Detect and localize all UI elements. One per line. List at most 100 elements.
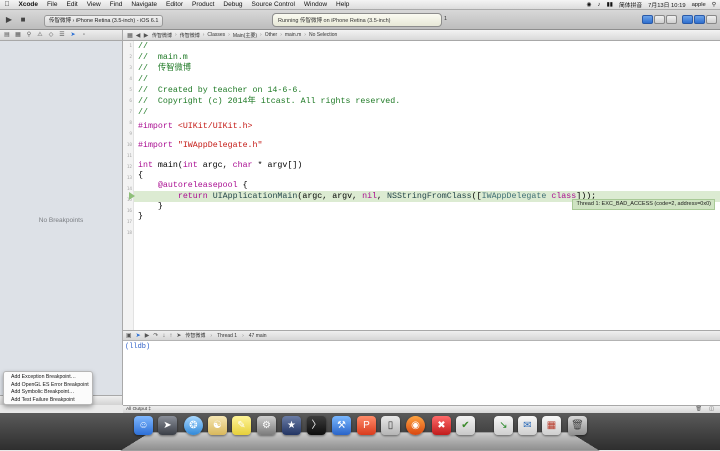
powerpoint-dock-icon[interactable]: P bbox=[357, 416, 376, 435]
add-test-failure-breakpoint-item[interactable]: Add Test Failure Breakpoint bbox=[4, 397, 92, 405]
console-split-icon[interactable]: ◫ bbox=[709, 406, 714, 413]
terminal-dock-icon[interactable]: 〉 bbox=[307, 416, 326, 435]
hide-debug-area-icon[interactable]: ▣ bbox=[126, 332, 132, 339]
debug-crumb-thread[interactable]: Thread 1 bbox=[217, 333, 237, 339]
input-method-menu[interactable]: 简体拼音 bbox=[619, 0, 642, 9]
back-arrow-icon[interactable]: ◀ bbox=[134, 32, 142, 39]
stickies-dock-icon[interactable]: ✎ bbox=[232, 416, 251, 435]
step-into-icon[interactable]: ↓ bbox=[162, 333, 165, 339]
test-navigator-icon[interactable]: ◇ bbox=[47, 32, 55, 39]
wifi-icon[interactable]: ◉ bbox=[587, 2, 592, 8]
line-number: 13 bbox=[126, 176, 132, 181]
activity-counter-badge[interactable]: 1 bbox=[444, 16, 447, 22]
menu-find[interactable]: Find bbox=[105, 1, 127, 8]
firefox-dock-icon[interactable]: ◉ bbox=[406, 416, 425, 435]
simulator-dock-icon[interactable]: ▯ bbox=[381, 416, 400, 435]
add-exception-breakpoint-item[interactable]: Add Exception Breakpoint… bbox=[4, 374, 92, 382]
continue-icon[interactable]: ▶ bbox=[145, 332, 150, 339]
standard-editor-button[interactable] bbox=[642, 15, 653, 24]
volume-icon[interactable]: ♪ bbox=[598, 2, 601, 8]
jumpbar-crumb-group[interactable]: 传智微博 bbox=[178, 32, 202, 39]
lldb-prompt: (lldb) bbox=[125, 343, 151, 351]
trash-dock-icon[interactable]: 🗑 bbox=[568, 416, 587, 435]
issue-navigator-icon[interactable]: ⚠ bbox=[36, 32, 44, 39]
jumpbar-crumb-main[interactable]: Main(主要) bbox=[231, 32, 259, 39]
jumpbar-crumb-project[interactable]: 传智微博 bbox=[150, 32, 174, 39]
debug-navigator-icon[interactable]: ☰ bbox=[58, 32, 66, 39]
source-editor[interactable]: 1 2 3 4 5 6 7 8 9 10 11 12 13 14 15 16 1… bbox=[123, 41, 720, 330]
jumpbar-crumb-other[interactable]: Other bbox=[263, 32, 280, 38]
menu-help[interactable]: Help bbox=[332, 1, 354, 8]
menu-file[interactable]: File bbox=[43, 1, 62, 8]
stop-button[interactable]: ■ bbox=[18, 14, 28, 25]
menu-edit[interactable]: Edit bbox=[62, 1, 82, 8]
exception-annotation[interactable]: Thread 1: EXC_BAD_ACCESS (code=2, addres… bbox=[572, 199, 715, 210]
add-opengl-es-error-breakpoint-item[interactable]: Add OpenGL ES Error Breakpoint bbox=[4, 382, 92, 390]
code-comment: // bbox=[138, 75, 148, 84]
step-over-icon[interactable]: ↷ bbox=[153, 332, 158, 339]
jumpbar-crumb-classes[interactable]: Classes bbox=[205, 32, 227, 38]
safari-dock-icon[interactable]: ❂ bbox=[184, 416, 203, 435]
debug-console[interactable]: (lldb) bbox=[123, 341, 720, 405]
menu-debug[interactable]: Debug bbox=[219, 1, 247, 8]
documents-stack-dock-icon[interactable]: ✉ bbox=[518, 416, 537, 435]
code-text: } bbox=[138, 212, 143, 221]
menu-editor[interactable]: Editor bbox=[162, 1, 188, 8]
related-items-icon[interactable]: ▦ bbox=[126, 32, 134, 39]
downloads-stack-dock-icon[interactable]: ↘ bbox=[494, 416, 513, 435]
add-symbolic-breakpoint-item[interactable]: Add Symbolic Breakpoint… bbox=[4, 389, 92, 397]
system-preferences-dock-icon[interactable]: ⚙ bbox=[257, 416, 276, 435]
version-editor-button[interactable] bbox=[666, 15, 677, 24]
step-out-icon[interactable]: ↑ bbox=[169, 333, 172, 339]
code-line: // 传智微博 bbox=[138, 63, 191, 74]
debug-crumb-app[interactable]: 传智微博 bbox=[185, 332, 205, 339]
project-navigator-icon[interactable]: ▤ bbox=[3, 32, 11, 39]
find-navigator-icon[interactable]: ⚲ bbox=[25, 32, 33, 39]
applications-stack-dock-icon[interactable]: ▦ bbox=[542, 416, 561, 435]
menu-product[interactable]: Product bbox=[187, 1, 218, 8]
breakpoints-toggle-icon[interactable]: ➤ bbox=[136, 332, 141, 339]
code-keyword: @autoreleasepool bbox=[157, 181, 238, 190]
menubar-clock[interactable]: 7月13日 10:19 bbox=[648, 0, 685, 9]
contacts-dock-icon[interactable]: ☯ bbox=[208, 416, 227, 435]
menu-view[interactable]: View bbox=[82, 1, 105, 8]
menu-xcode[interactable]: Xcode bbox=[14, 1, 43, 8]
add-breakpoint-menu: Add Exception Breakpoint… Add OpenGL ES … bbox=[3, 371, 93, 405]
console-footer: All Output ‡ 🗑 ◫ bbox=[123, 405, 720, 413]
menu-navigate[interactable]: Navigate bbox=[127, 1, 162, 8]
xmind-dock-icon[interactable]: ✖ bbox=[432, 416, 451, 435]
apple-menu-icon[interactable]:  bbox=[0, 1, 14, 8]
line-number: 16 bbox=[126, 209, 132, 214]
forward-arrow-icon[interactable]: ▶ bbox=[142, 32, 150, 39]
clear-console-icon[interactable]: 🗑 bbox=[696, 406, 702, 413]
spotlight-icon[interactable]: ⚲ bbox=[712, 2, 716, 8]
code-comment: // bbox=[138, 42, 148, 51]
log-navigator-icon[interactable]: ▫ bbox=[80, 32, 88, 39]
symbol-navigator-icon[interactable]: ▦ bbox=[14, 32, 22, 39]
user-menu[interactable]: apple bbox=[692, 2, 706, 8]
line-number: 8 bbox=[129, 121, 132, 126]
output-selector[interactable]: All Output ‡ bbox=[126, 407, 151, 412]
textwrangler-dock-icon[interactable]: ✔ bbox=[456, 416, 475, 435]
xcode-dock-icon[interactable]: ⚒ bbox=[332, 416, 351, 435]
jumpbar-crumb-file[interactable]: main.m bbox=[283, 32, 303, 38]
menu-source-control[interactable]: Source Control bbox=[247, 1, 299, 8]
menu-window[interactable]: Window bbox=[299, 1, 331, 8]
finder-dock-icon[interactable]: ☺ bbox=[134, 416, 153, 435]
toggle-navigator-button[interactable] bbox=[682, 15, 693, 24]
toggle-utilities-button[interactable] bbox=[706, 15, 717, 24]
launchpad-dock-icon[interactable]: ➤ bbox=[158, 416, 177, 435]
battery-icon[interactable]: ▮▮ bbox=[607, 2, 613, 8]
run-button[interactable]: ▶ bbox=[4, 14, 14, 25]
location-icon[interactable]: ➤ bbox=[176, 332, 181, 339]
assistant-editor-button[interactable] bbox=[654, 15, 665, 24]
scheme-selector[interactable]: 传智微博 › iPhone Retina (3.5-inch) - iOS 6.… bbox=[44, 15, 164, 27]
line-number-gutter[interactable]: 1 2 3 4 5 6 7 8 9 10 11 12 13 14 15 16 1… bbox=[123, 41, 134, 330]
breakpoint-navigator-icon[interactable]: ➤ bbox=[69, 32, 77, 39]
toggle-debug-area-button[interactable] bbox=[694, 15, 705, 24]
debug-crumb-frame[interactable]: 47 main bbox=[249, 333, 267, 339]
code-line: } bbox=[138, 211, 143, 222]
program-counter-arrow-icon[interactable] bbox=[129, 192, 135, 200]
jumpbar-crumb-selection[interactable]: No Selection bbox=[307, 32, 339, 38]
imovie-dock-icon[interactable]: ★ bbox=[282, 416, 301, 435]
